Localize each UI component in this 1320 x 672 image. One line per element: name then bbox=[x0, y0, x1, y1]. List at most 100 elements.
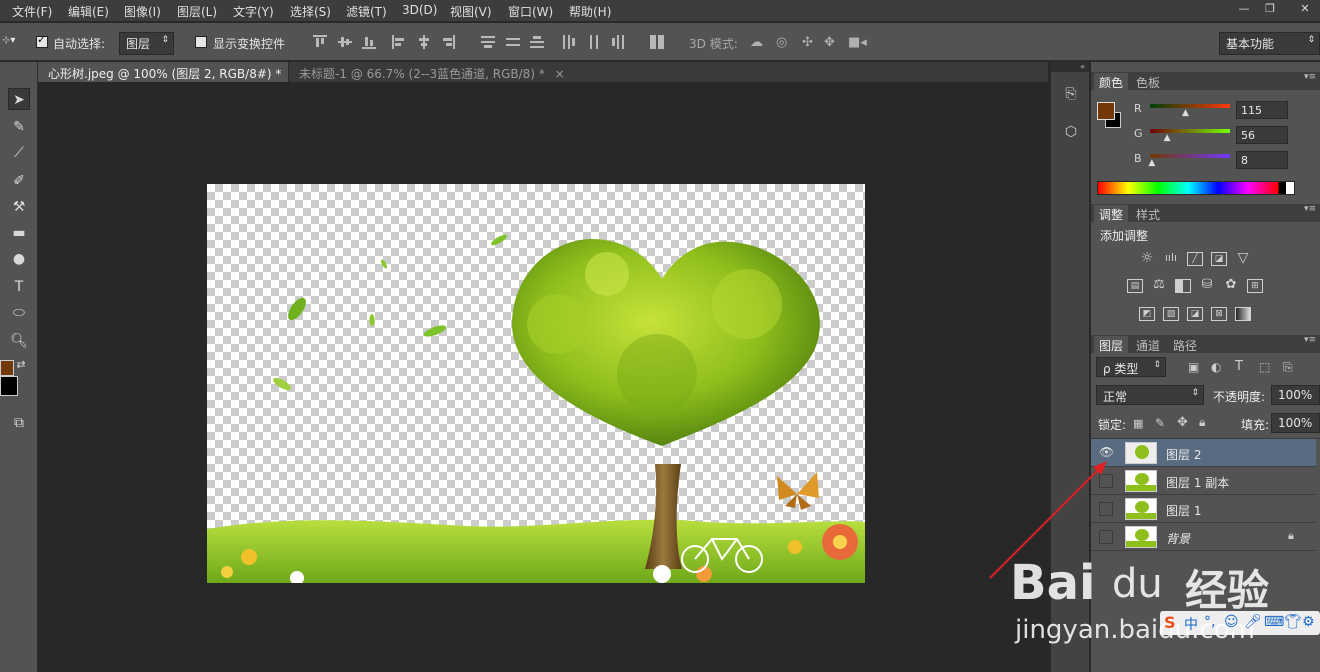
opacity-input[interactable]: 100% bbox=[1271, 385, 1320, 405]
3d-rotate-icon[interactable]: ☁ bbox=[750, 35, 763, 50]
distribute-hcenter-icon[interactable] bbox=[587, 35, 601, 49]
r-slider[interactable] bbox=[1150, 104, 1230, 108]
b-slider[interactable] bbox=[1150, 154, 1230, 158]
g-value-input[interactable]: 56 bbox=[1236, 126, 1288, 144]
color-balance-icon[interactable]: ⚖ bbox=[1151, 278, 1167, 293]
type-tool-icon[interactable]: T bbox=[8, 276, 30, 298]
vibrance-icon[interactable]: ▽ bbox=[1235, 251, 1251, 266]
menu-select[interactable]: 选择(S) bbox=[290, 3, 331, 20]
lock-all-icon[interactable]: 🔒︎ bbox=[1199, 415, 1205, 430]
close-button[interactable]: ✕ bbox=[1290, 0, 1320, 18]
restore-button[interactable]: ❐ bbox=[1258, 0, 1282, 18]
filter-pixel-icon[interactable]: ▣ bbox=[1188, 360, 1199, 374]
lock-transparent-icon[interactable]: ▦ bbox=[1133, 417, 1143, 430]
gradient-icon[interactable]: ▬ bbox=[8, 222, 30, 244]
align-hcenter-icon[interactable] bbox=[417, 35, 431, 49]
menu-edit[interactable]: 编辑(E) bbox=[68, 3, 109, 20]
r-value-input[interactable]: 115 bbox=[1236, 101, 1288, 119]
tab-color[interactable]: 颜色 bbox=[1094, 73, 1129, 92]
photo-filter-icon[interactable]: ⛁ bbox=[1199, 278, 1215, 293]
menu-layer[interactable]: 图层(L) bbox=[177, 3, 217, 20]
align-vcenter-icon[interactable] bbox=[338, 35, 352, 49]
layer-name[interactable]: 图层 1 bbox=[1166, 502, 1201, 519]
3d-scale-icon[interactable]: ■◂ bbox=[848, 35, 867, 50]
layer-row[interactable]: 图层 1 副本 bbox=[1091, 467, 1316, 495]
menu-filter[interactable]: 滤镜(T) bbox=[346, 3, 387, 20]
posterize-icon[interactable]: ▨ bbox=[1163, 307, 1179, 321]
gradient-map-icon[interactable] bbox=[1235, 307, 1251, 321]
filter-shape-icon[interactable]: ⬚ bbox=[1259, 360, 1270, 374]
align-bottom-icon[interactable] bbox=[362, 35, 376, 49]
curves-icon[interactable]: ╱ bbox=[1187, 252, 1203, 266]
menu-image[interactable]: 图像(I) bbox=[124, 3, 161, 20]
tab-styles[interactable]: 样式 bbox=[1131, 205, 1165, 224]
layer-name[interactable]: 图层 1 副本 bbox=[1166, 474, 1229, 491]
black-white-icon[interactable] bbox=[1175, 279, 1191, 293]
filter-type-icon[interactable]: T bbox=[1235, 359, 1243, 374]
channel-mixer-icon[interactable]: ✿ bbox=[1223, 278, 1239, 293]
lock-position-icon[interactable]: ✥ bbox=[1177, 415, 1188, 430]
tab-adjustments[interactable]: 调整 bbox=[1094, 205, 1129, 224]
dodge-icon[interactable]: ● bbox=[8, 248, 30, 270]
screen-mode-icon[interactable]: ⧉ bbox=[8, 412, 30, 434]
dock-collapse-icon[interactable]: « bbox=[1051, 62, 1089, 72]
b-value-input[interactable]: 8 bbox=[1236, 151, 1288, 169]
tab-layers[interactable]: 图层 bbox=[1094, 336, 1129, 355]
tab-swatches[interactable]: 色板 bbox=[1131, 73, 1165, 92]
distribute-right-icon[interactable] bbox=[611, 35, 625, 49]
eyedropper-icon[interactable]: ⟋ bbox=[8, 142, 30, 164]
quick-select-icon[interactable]: ✎ bbox=[8, 116, 30, 138]
color-lookup-icon[interactable]: ⊞ bbox=[1247, 279, 1263, 293]
filter-smart-icon[interactable]: ⎘ bbox=[1283, 360, 1293, 375]
blend-mode-dropdown[interactable]: 正常 ⇕ bbox=[1096, 385, 1204, 405]
history-icon[interactable]: ⎘ bbox=[1061, 86, 1081, 106]
levels-icon[interactable]: ıılı bbox=[1163, 252, 1179, 266]
foreground-color-swatch[interactable] bbox=[0, 360, 14, 376]
selective-color-icon[interactable]: ⊠ bbox=[1211, 307, 1227, 321]
panel-menu-icon[interactable]: ▾≡ bbox=[1304, 335, 1316, 345]
3d-roll-icon[interactable]: ◎ bbox=[776, 35, 787, 50]
show-transform-checkbox[interactable] bbox=[195, 36, 207, 48]
auto-select-target-dropdown[interactable]: 图层 ⇕ bbox=[119, 32, 174, 55]
zoom-icon[interactable]: 🔍︎ bbox=[8, 330, 30, 352]
3d-panel-icon[interactable]: ⬡ bbox=[1061, 124, 1081, 144]
distribute-top-icon[interactable] bbox=[481, 35, 495, 49]
align-top-icon[interactable] bbox=[313, 35, 327, 49]
auto-select-checkbox[interactable] bbox=[36, 33, 48, 48]
g-slider-thumb[interactable]: ▲ bbox=[1164, 133, 1171, 143]
document-canvas[interactable] bbox=[207, 184, 865, 583]
layer-row[interactable]: 背景 🔒︎ bbox=[1091, 523, 1316, 551]
doc-tab-active[interactable]: 心形树.jpeg @ 100% (图层 2, RGB/8#) * × bbox=[38, 62, 301, 82]
tab-channels[interactable]: 通道 bbox=[1131, 336, 1165, 355]
align-left-icon[interactable] bbox=[392, 35, 406, 49]
menu-view[interactable]: 视图(V) bbox=[450, 3, 492, 20]
menu-file[interactable]: 文件(F) bbox=[12, 3, 52, 20]
layer-row[interactable]: 👁︎ 图层 2 bbox=[1091, 439, 1316, 467]
filter-adjustment-icon[interactable]: ◐ bbox=[1211, 360, 1221, 374]
brush-icon[interactable]: ✐ bbox=[8, 170, 30, 192]
tab-paths[interactable]: 路径 bbox=[1168, 336, 1202, 355]
clone-stamp-icon[interactable]: ⚒ bbox=[8, 196, 30, 218]
background-color-swatch[interactable] bbox=[0, 376, 18, 396]
3d-pan-icon[interactable]: ✣ bbox=[802, 35, 813, 50]
tool-preset-icon[interactable]: ⊹▾ bbox=[2, 35, 15, 46]
layer-row[interactable]: 图层 1 bbox=[1091, 495, 1316, 523]
r-slider-thumb[interactable]: ▲ bbox=[1182, 108, 1189, 118]
b-slider-thumb[interactable]: ▲ bbox=[1148, 158, 1155, 168]
move-tool-icon[interactable]: ➤ bbox=[8, 88, 30, 110]
panel-menu-icon[interactable]: ▾≡ bbox=[1304, 72, 1316, 82]
minimize-button[interactable]: — bbox=[1232, 0, 1256, 18]
fill-input[interactable]: 100% bbox=[1271, 413, 1320, 433]
distribute-vcenter-icon[interactable] bbox=[506, 35, 520, 49]
layer-filter-dropdown[interactable]: ρ 类型 ⇕ bbox=[1096, 357, 1166, 377]
menu-3d[interactable]: 3D(D) bbox=[402, 3, 437, 17]
panel-menu-icon[interactable]: ▾≡ bbox=[1304, 204, 1316, 214]
distribute-left-icon[interactable] bbox=[562, 35, 576, 49]
color-fg-swatch[interactable] bbox=[1097, 102, 1115, 120]
layer-name[interactable]: 背景 bbox=[1166, 530, 1190, 547]
layer-name[interactable]: 图层 2 bbox=[1166, 446, 1201, 463]
distribute-bottom-icon[interactable] bbox=[530, 35, 544, 49]
3d-slide-icon[interactable]: ✥ bbox=[824, 35, 835, 50]
menu-window[interactable]: 窗口(W) bbox=[508, 3, 553, 20]
hue-saturation-icon[interactable]: ▤ bbox=[1127, 279, 1143, 293]
